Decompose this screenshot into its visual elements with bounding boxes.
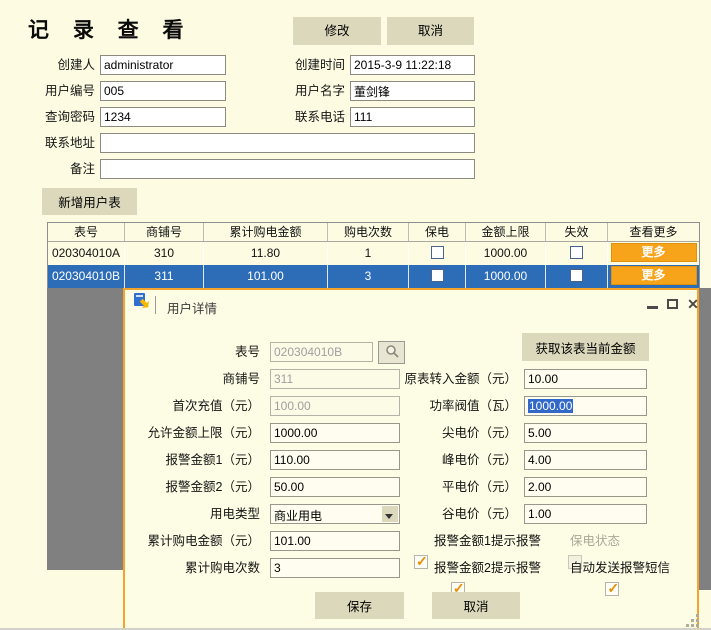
more-button[interactable]: 更多 xyxy=(611,243,697,262)
table-row[interactable]: 020304010B 311 101.00 3 1000.00 更多 xyxy=(48,265,699,288)
col-header-shop-no[interactable]: 商铺号 xyxy=(125,223,204,241)
col-header-power-protect[interactable]: 保电 xyxy=(409,223,466,241)
invalid-checkbox[interactable] xyxy=(570,269,583,282)
meter-no-input[interactable] xyxy=(270,342,373,362)
auto-sms-checkbox[interactable] xyxy=(605,582,619,596)
total-purchase-input[interactable] xyxy=(270,531,400,551)
creator-label: 创建人 xyxy=(0,55,95,75)
user-name-input[interactable] xyxy=(350,81,475,101)
cell-purchase-count: 1 xyxy=(328,242,409,265)
cell-meter-no: 020304010A xyxy=(48,242,125,265)
auto-sms-label: 自动发送报警短信 xyxy=(570,559,670,577)
created-time-input[interactable] xyxy=(350,55,475,75)
power-protect-checkbox[interactable] xyxy=(431,269,444,282)
col-header-amount-limit[interactable]: 金额上限 xyxy=(466,223,546,241)
alarm1-label: 报警金额1（元） xyxy=(125,450,260,470)
col-header-meter-no[interactable]: 表号 xyxy=(48,223,125,241)
phone-input[interactable] xyxy=(350,107,475,127)
cell-purchase-count: 3 xyxy=(328,265,409,288)
created-time-label: 创建时间 xyxy=(250,55,345,75)
modify-button[interactable]: 修改 xyxy=(293,17,381,45)
table-row[interactable]: 020304010A 310 11.80 1 1000.00 更多 xyxy=(48,242,699,265)
cell-shop-no: 310 xyxy=(125,242,204,265)
power-threshold-label: 功率阀值（瓦） xyxy=(355,396,517,416)
shop-no-label: 商铺号 xyxy=(125,369,260,389)
elec-type-value: 商业用电 xyxy=(274,507,322,524)
form-icon xyxy=(133,293,151,311)
user-no-label: 用户编号 xyxy=(0,81,95,101)
user-no-input[interactable] xyxy=(100,81,226,101)
address-label: 联系地址 xyxy=(0,133,95,153)
alarm2-label: 报警金额2（元） xyxy=(125,477,260,497)
page-title: 记 录 查 看 xyxy=(28,14,193,44)
peak-price-input[interactable] xyxy=(524,450,647,470)
user-name-label: 用户名字 xyxy=(250,81,345,101)
search-icon xyxy=(385,344,399,358)
query-password-input[interactable] xyxy=(100,107,226,127)
address-input[interactable] xyxy=(100,133,475,153)
cell-meter-no: 020304010B xyxy=(48,265,125,288)
selected-text: 1000.00 xyxy=(528,399,573,413)
power-threshold-input[interactable]: 1000.00 xyxy=(524,396,647,416)
col-header-total-amount[interactable]: 累计购电金额 xyxy=(204,223,328,241)
peak-price-label: 峰电价（元） xyxy=(355,450,517,470)
valley-price-label: 谷电价（元） xyxy=(355,504,517,524)
alarm2-notify-label: 报警金额2提示报警 xyxy=(434,559,541,577)
flat-price-input[interactable] xyxy=(524,477,647,497)
user-details-dialog: 用户详情 ✕ 获取该表当前金额 表号 商铺号 原表转入金额（元） 首次充值（元）… xyxy=(123,288,699,630)
minimize-icon xyxy=(647,306,658,309)
col-header-invalid[interactable]: 失效 xyxy=(546,223,608,241)
cell-amount-limit: 1000.00 xyxy=(466,242,546,265)
sharp-price-label: 尖电价（元） xyxy=(355,423,517,443)
app-window: 记 录 查 看 修改 取消 创建人 用户编号 查询密码 联系地址 备注 创建时间… xyxy=(0,0,711,630)
search-meter-button[interactable] xyxy=(378,341,405,364)
remark-input[interactable] xyxy=(100,159,475,179)
alarm1-notify-label: 报警金额1提示报警 xyxy=(434,532,541,550)
sharp-price-input[interactable] xyxy=(524,423,647,443)
backdrop-panel-left xyxy=(47,288,123,570)
title-separator xyxy=(155,296,156,314)
transfer-amount-input[interactable] xyxy=(524,369,647,389)
elec-type-label: 用电类型 xyxy=(125,504,260,524)
invalid-checkbox[interactable] xyxy=(570,246,583,259)
remark-label: 备注 xyxy=(0,159,95,179)
amount-limit-label: 允许金额上限（元） xyxy=(125,423,260,443)
more-button[interactable]: 更多 xyxy=(611,266,697,285)
resize-grip[interactable] xyxy=(686,614,699,627)
alarm1-notify-checkbox[interactable] xyxy=(414,555,428,569)
cell-total-amount: 11.80 xyxy=(204,242,328,265)
total-purchase-label: 累计购电金额（元） xyxy=(125,531,260,551)
cell-amount-limit: 1000.00 xyxy=(466,265,546,288)
backdrop-panel-right xyxy=(699,288,711,590)
flat-price-label: 平电价（元） xyxy=(355,477,517,497)
power-protect-checkbox[interactable] xyxy=(431,246,444,259)
save-button[interactable]: 保存 xyxy=(315,592,404,619)
purchase-count-label: 累计购电次数 xyxy=(125,558,260,578)
valley-price-input[interactable] xyxy=(524,504,647,524)
cell-shop-no: 311 xyxy=(125,265,204,288)
protect-status-label: 保电状态 xyxy=(570,532,620,550)
creator-input[interactable] xyxy=(100,55,226,75)
cell-total-amount: 101.00 xyxy=(204,265,328,288)
close-button[interactable]: ✕ xyxy=(685,296,701,312)
cancel-button[interactable]: 取消 xyxy=(387,17,474,45)
col-header-purchase-count[interactable]: 购电次数 xyxy=(328,223,409,241)
meter-no-label: 表号 xyxy=(125,342,260,362)
meter-table: 表号 商铺号 累计购电金额 购电次数 保电 金额上限 失效 查看更多 02030… xyxy=(47,222,700,289)
get-current-amount-button[interactable]: 获取该表当前金额 xyxy=(522,333,649,361)
dialog-cancel-button[interactable]: 取消 xyxy=(432,592,520,619)
maximize-button[interactable] xyxy=(665,296,681,312)
query-password-label: 查询密码 xyxy=(0,107,95,127)
purchase-count-input[interactable] xyxy=(270,558,400,578)
first-recharge-label: 首次充值（元） xyxy=(125,396,260,416)
maximize-icon xyxy=(667,299,678,309)
transfer-amount-label: 原表转入金额（元） xyxy=(355,369,517,389)
dialog-title: 用户详情 xyxy=(167,298,217,317)
phone-label: 联系电话 xyxy=(250,107,345,127)
table-header-row: 表号 商铺号 累计购电金额 购电次数 保电 金额上限 失效 查看更多 xyxy=(48,223,699,242)
minimize-button[interactable] xyxy=(645,296,661,312)
add-meter-button[interactable]: 新增用户表 xyxy=(42,188,137,215)
dialog-titlebar[interactable]: 用户详情 ✕ xyxy=(125,290,697,320)
col-header-view-more[interactable]: 查看更多 xyxy=(608,223,699,241)
